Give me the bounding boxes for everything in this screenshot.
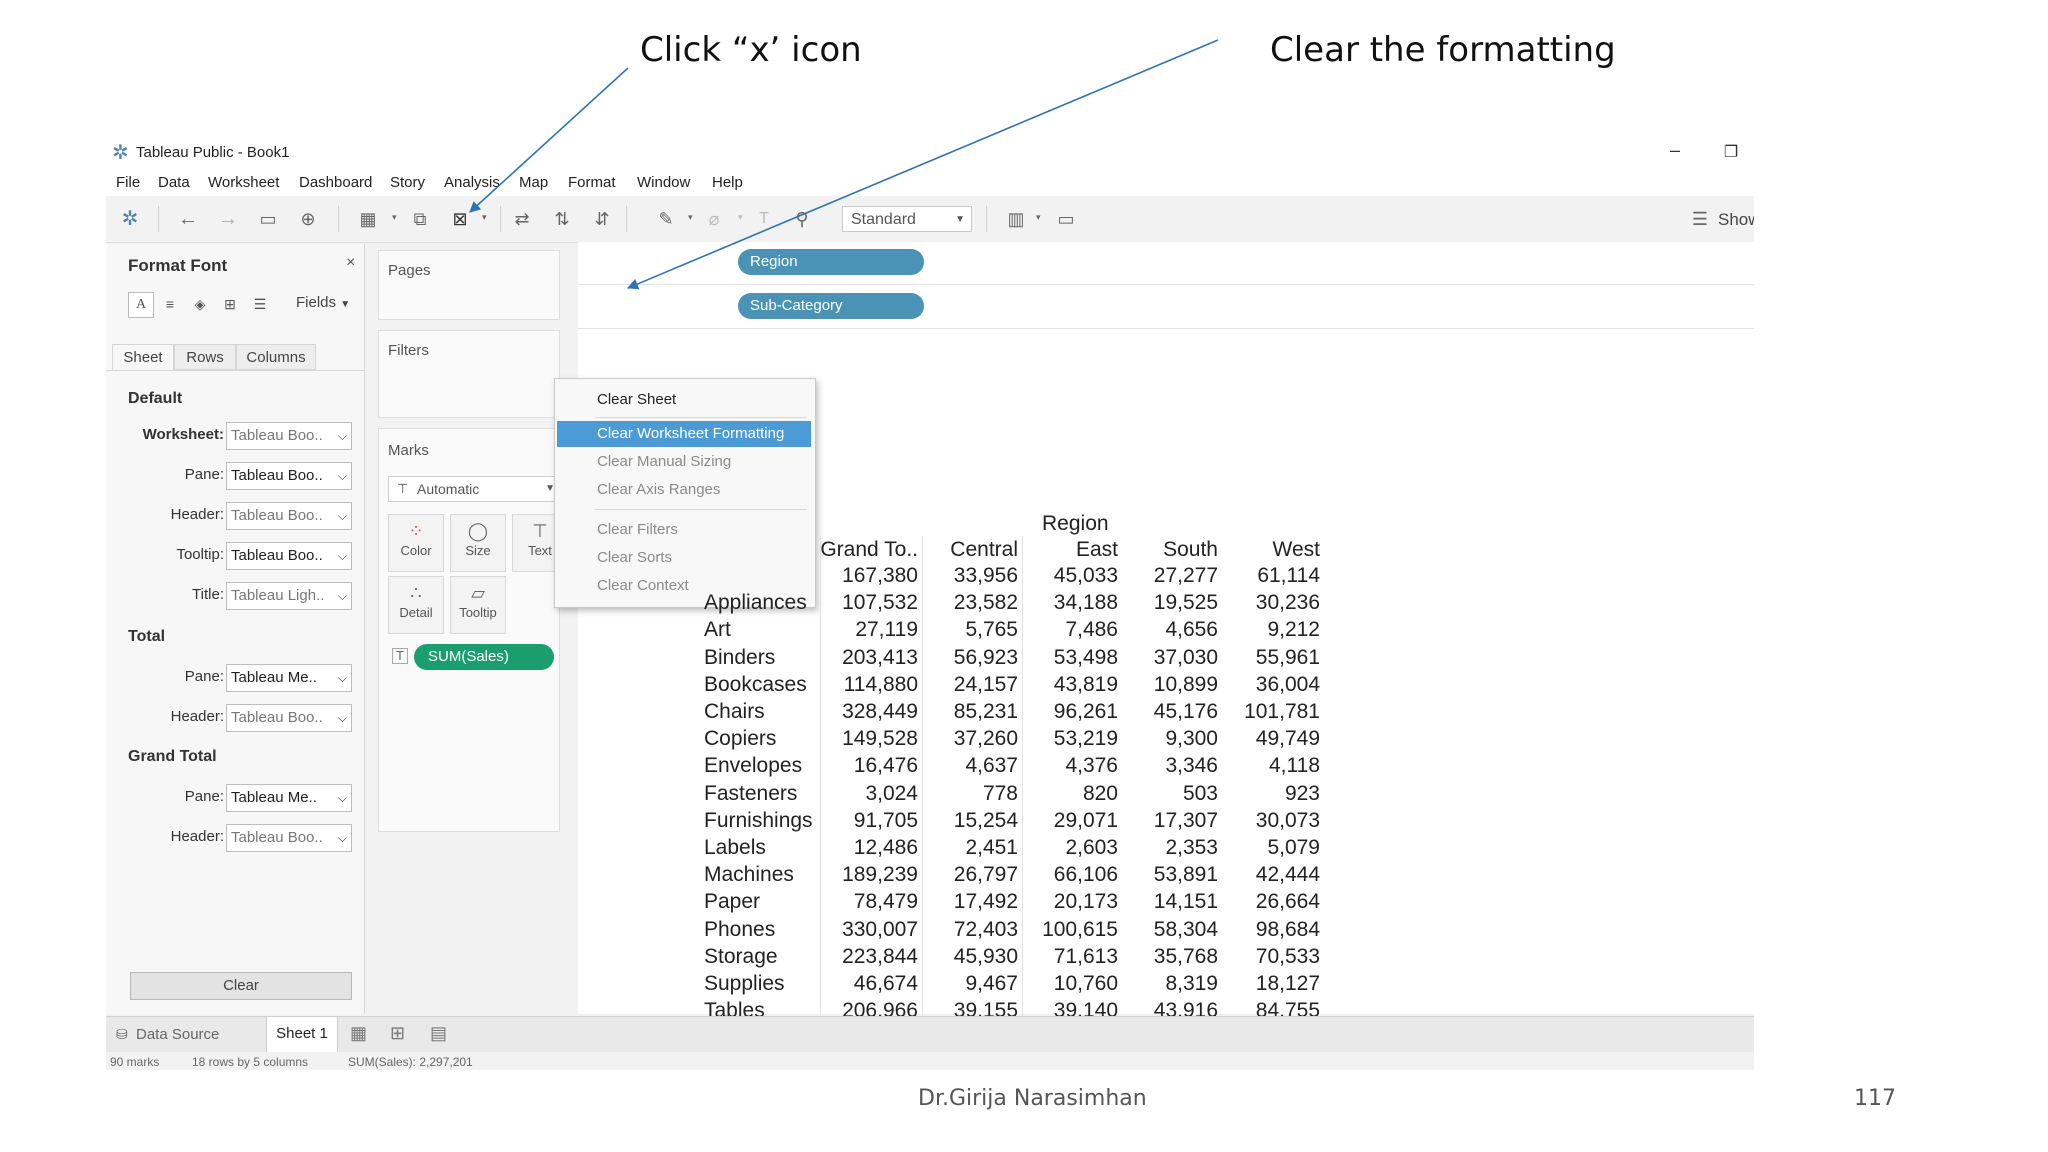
annotation-arrows bbox=[469, 39, 1219, 290]
arrow-to-clear-formatting bbox=[626, 39, 1219, 290]
arrow-to-clear-icon bbox=[469, 67, 629, 213]
page-number: 117 bbox=[1854, 1086, 1896, 1111]
footer-author: Dr.Girija Narasimhan bbox=[918, 1086, 1147, 1111]
